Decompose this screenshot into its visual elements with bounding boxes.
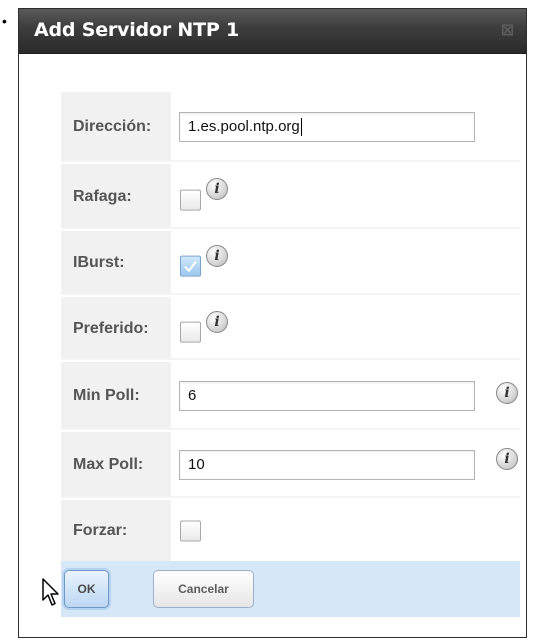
row-divider: [61, 358, 520, 360]
info-icon[interactable]: i: [206, 178, 228, 200]
form-row-min-poll: Min Poll: 6 i: [61, 362, 520, 430]
max-poll-input-value: 10: [188, 456, 205, 473]
min-poll-label: Min Poll:: [73, 387, 140, 404]
form-row-max-poll: Max Poll: 10 i: [61, 432, 520, 498]
preferido-label: Preferido:: [73, 319, 149, 337]
row-divider: [61, 160, 520, 162]
info-icon[interactable]: i: [496, 448, 518, 470]
direccion-label-cell: Dirección:: [61, 92, 172, 162]
max-poll-input[interactable]: 10: [179, 450, 475, 480]
iburst-label: IBurst:: [73, 254, 125, 271]
iburst-label-cell: IBurst:: [61, 231, 172, 295]
dialog-titlebar[interactable]: Add Servidor NTP 1 ⊠: [19, 9, 526, 54]
rafaga-checkbox[interactable]: [180, 189, 201, 211]
row-divider: [61, 496, 520, 498]
row-divider: [61, 293, 520, 295]
direccion-label: Dirección:: [73, 118, 152, 135]
direccion-input[interactable]: 1.es.pool.ntp.org: [179, 112, 475, 142]
form-row-iburst: IBurst: i: [61, 231, 520, 295]
form-row-rafaga: Rafaga: i: [61, 164, 520, 229]
forzar-value-cell: [172, 500, 520, 561]
min-poll-input[interactable]: 6: [179, 381, 475, 411]
dialog-button-bar: OK Cancelar: [61, 561, 520, 617]
info-icon[interactable]: i: [206, 311, 228, 333]
checkmark-icon: [184, 261, 197, 273]
min-poll-value-cell: 6 i: [172, 362, 520, 430]
text-caret: [300, 118, 302, 137]
direccion-value-cell: 1.es.pool.ntp.org: [172, 92, 520, 162]
info-icon[interactable]: i: [206, 245, 228, 267]
row-divider: [61, 227, 520, 229]
list-bullet: •: [2, 13, 7, 29]
form-row-direccion: Dirección: 1.es.pool.ntp.org: [61, 92, 520, 162]
rafaga-label-cell: Rafaga:: [61, 164, 172, 229]
min-poll-input-value: 6: [188, 387, 197, 404]
add-ntp-server-dialog: Add Servidor NTP 1 ⊠ Dirección: 1.es.poo…: [18, 8, 527, 638]
max-poll-value-cell: 10 i: [172, 432, 520, 498]
max-poll-label-cell: Max Poll:: [61, 432, 172, 498]
rafaga-value-cell: i: [172, 164, 520, 229]
preferido-label-cell: Preferido:: [61, 297, 172, 360]
min-poll-label-cell: Min Poll:: [61, 362, 172, 430]
cancel-button[interactable]: Cancelar: [153, 570, 254, 608]
forzar-checkbox[interactable]: [180, 520, 201, 541]
row-divider: [61, 428, 520, 430]
rafaga-label: Rafaga:: [73, 187, 132, 205]
close-icon[interactable]: ⊠: [501, 20, 514, 39]
dialog-title: Add Servidor NTP 1: [34, 19, 240, 41]
preferido-checkbox[interactable]: [180, 321, 201, 343]
preferido-value-cell: i: [172, 297, 520, 360]
form-row-forzar: Forzar:: [61, 500, 520, 561]
form-row-preferido: Preferido: i: [61, 297, 520, 360]
iburst-checkbox[interactable]: [180, 255, 201, 277]
mouse-pointer-icon: [42, 578, 59, 606]
direccion-input-value: 1.es.pool.ntp.org: [188, 118, 300, 135]
forzar-label-cell: Forzar:: [61, 500, 172, 561]
forzar-label: Forzar:: [73, 521, 128, 539]
info-icon[interactable]: i: [496, 382, 518, 404]
iburst-value-cell: i: [172, 231, 520, 295]
max-poll-label: Max Poll:: [73, 456, 144, 473]
ok-button[interactable]: OK: [64, 570, 109, 608]
